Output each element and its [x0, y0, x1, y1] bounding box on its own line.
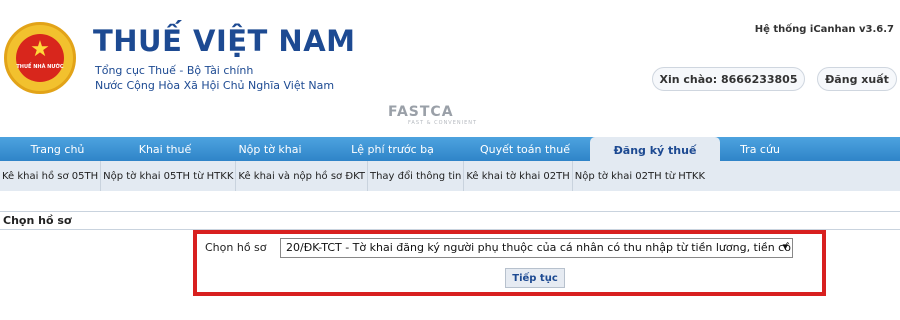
section-title: Chọn hồ sơ	[0, 211, 900, 229]
site-subtitle-country: Nước Cộng Hòa Xã Hội Chủ Nghĩa Việt Nam	[95, 79, 335, 92]
form-type-selected-value: 20/ĐK-TCT - Tờ khai đăng ký người phụ th…	[286, 241, 793, 254]
header: ★ THUẾ NHÀ NƯỚC THUẾ VIỆT NAM Tổng cục T…	[0, 0, 900, 130]
sub-nav: Kê khai hồ sơ 05TH Nộp tờ khai 05TH từ H…	[0, 161, 900, 191]
subnav-item-02th-declare[interactable]: Kê khai tờ khai 02TH	[464, 161, 573, 191]
tab-lookup[interactable]: Tra cứu	[720, 137, 800, 161]
star-icon: ★	[30, 37, 50, 62]
tab-submit-declaration[interactable]: Nộp tờ khai	[215, 137, 325, 161]
main-nav-tabs: Trang chủ Khai thuế Nộp tờ khai Lệ phí t…	[0, 137, 900, 163]
logo-text: THUẾ NHÀ NƯỚC	[16, 64, 64, 70]
tab-tax-finalization[interactable]: Quyết toán thuế	[460, 137, 590, 161]
system-version: Hệ thống iCanhan v3.6.7	[754, 24, 894, 35]
tab-tax-registration[interactable]: Đăng ký thuế	[590, 137, 720, 163]
form-select-label: Chọn hồ sơ	[205, 241, 267, 254]
subnav-item-05th-declare[interactable]: Kê khai hồ sơ 05TH	[0, 161, 102, 191]
form-type-select[interactable]: 20/ĐK-TCT - Tờ khai đăng ký người phụ th…	[280, 238, 793, 258]
subnav-item-dkt-declare-submit[interactable]: Kê khai và nộp hồ sơ ĐKT	[236, 161, 368, 191]
tab-home[interactable]: Trang chủ	[0, 137, 115, 161]
site-title: THUẾ VIỆT NAM	[93, 24, 356, 58]
tax-emblem-logo: ★ THUẾ NHÀ NƯỚC	[4, 22, 76, 94]
subnav-item-05th-submit-htkk[interactable]: Nộp tờ khai 05TH từ HTKK	[101, 161, 237, 191]
fastca-watermark: FASTCA	[388, 104, 454, 120]
tab-registration-fee[interactable]: Lệ phí trước bạ	[325, 137, 460, 161]
chevron-down-icon[interactable]: ▾	[782, 240, 788, 253]
subnav-item-change-info[interactable]: Thay đổi thông tin	[368, 161, 465, 191]
subnav-item-02th-submit-htkk[interactable]: Nộp tờ khai 02TH từ HTKK	[573, 161, 707, 191]
user-greeting-button[interactable]: Xin chào: 8666233805	[652, 67, 805, 91]
site-subtitle: Tổng cục Thuế - Bộ Tài chính	[95, 64, 254, 77]
fastca-watermark-tagline: FAST & CONVENIENT	[408, 120, 478, 126]
logout-button[interactable]: Đăng xuất	[817, 67, 897, 91]
continue-button[interactable]: Tiếp tục	[505, 268, 565, 288]
tab-declare-tax[interactable]: Khai thuế	[115, 137, 215, 161]
